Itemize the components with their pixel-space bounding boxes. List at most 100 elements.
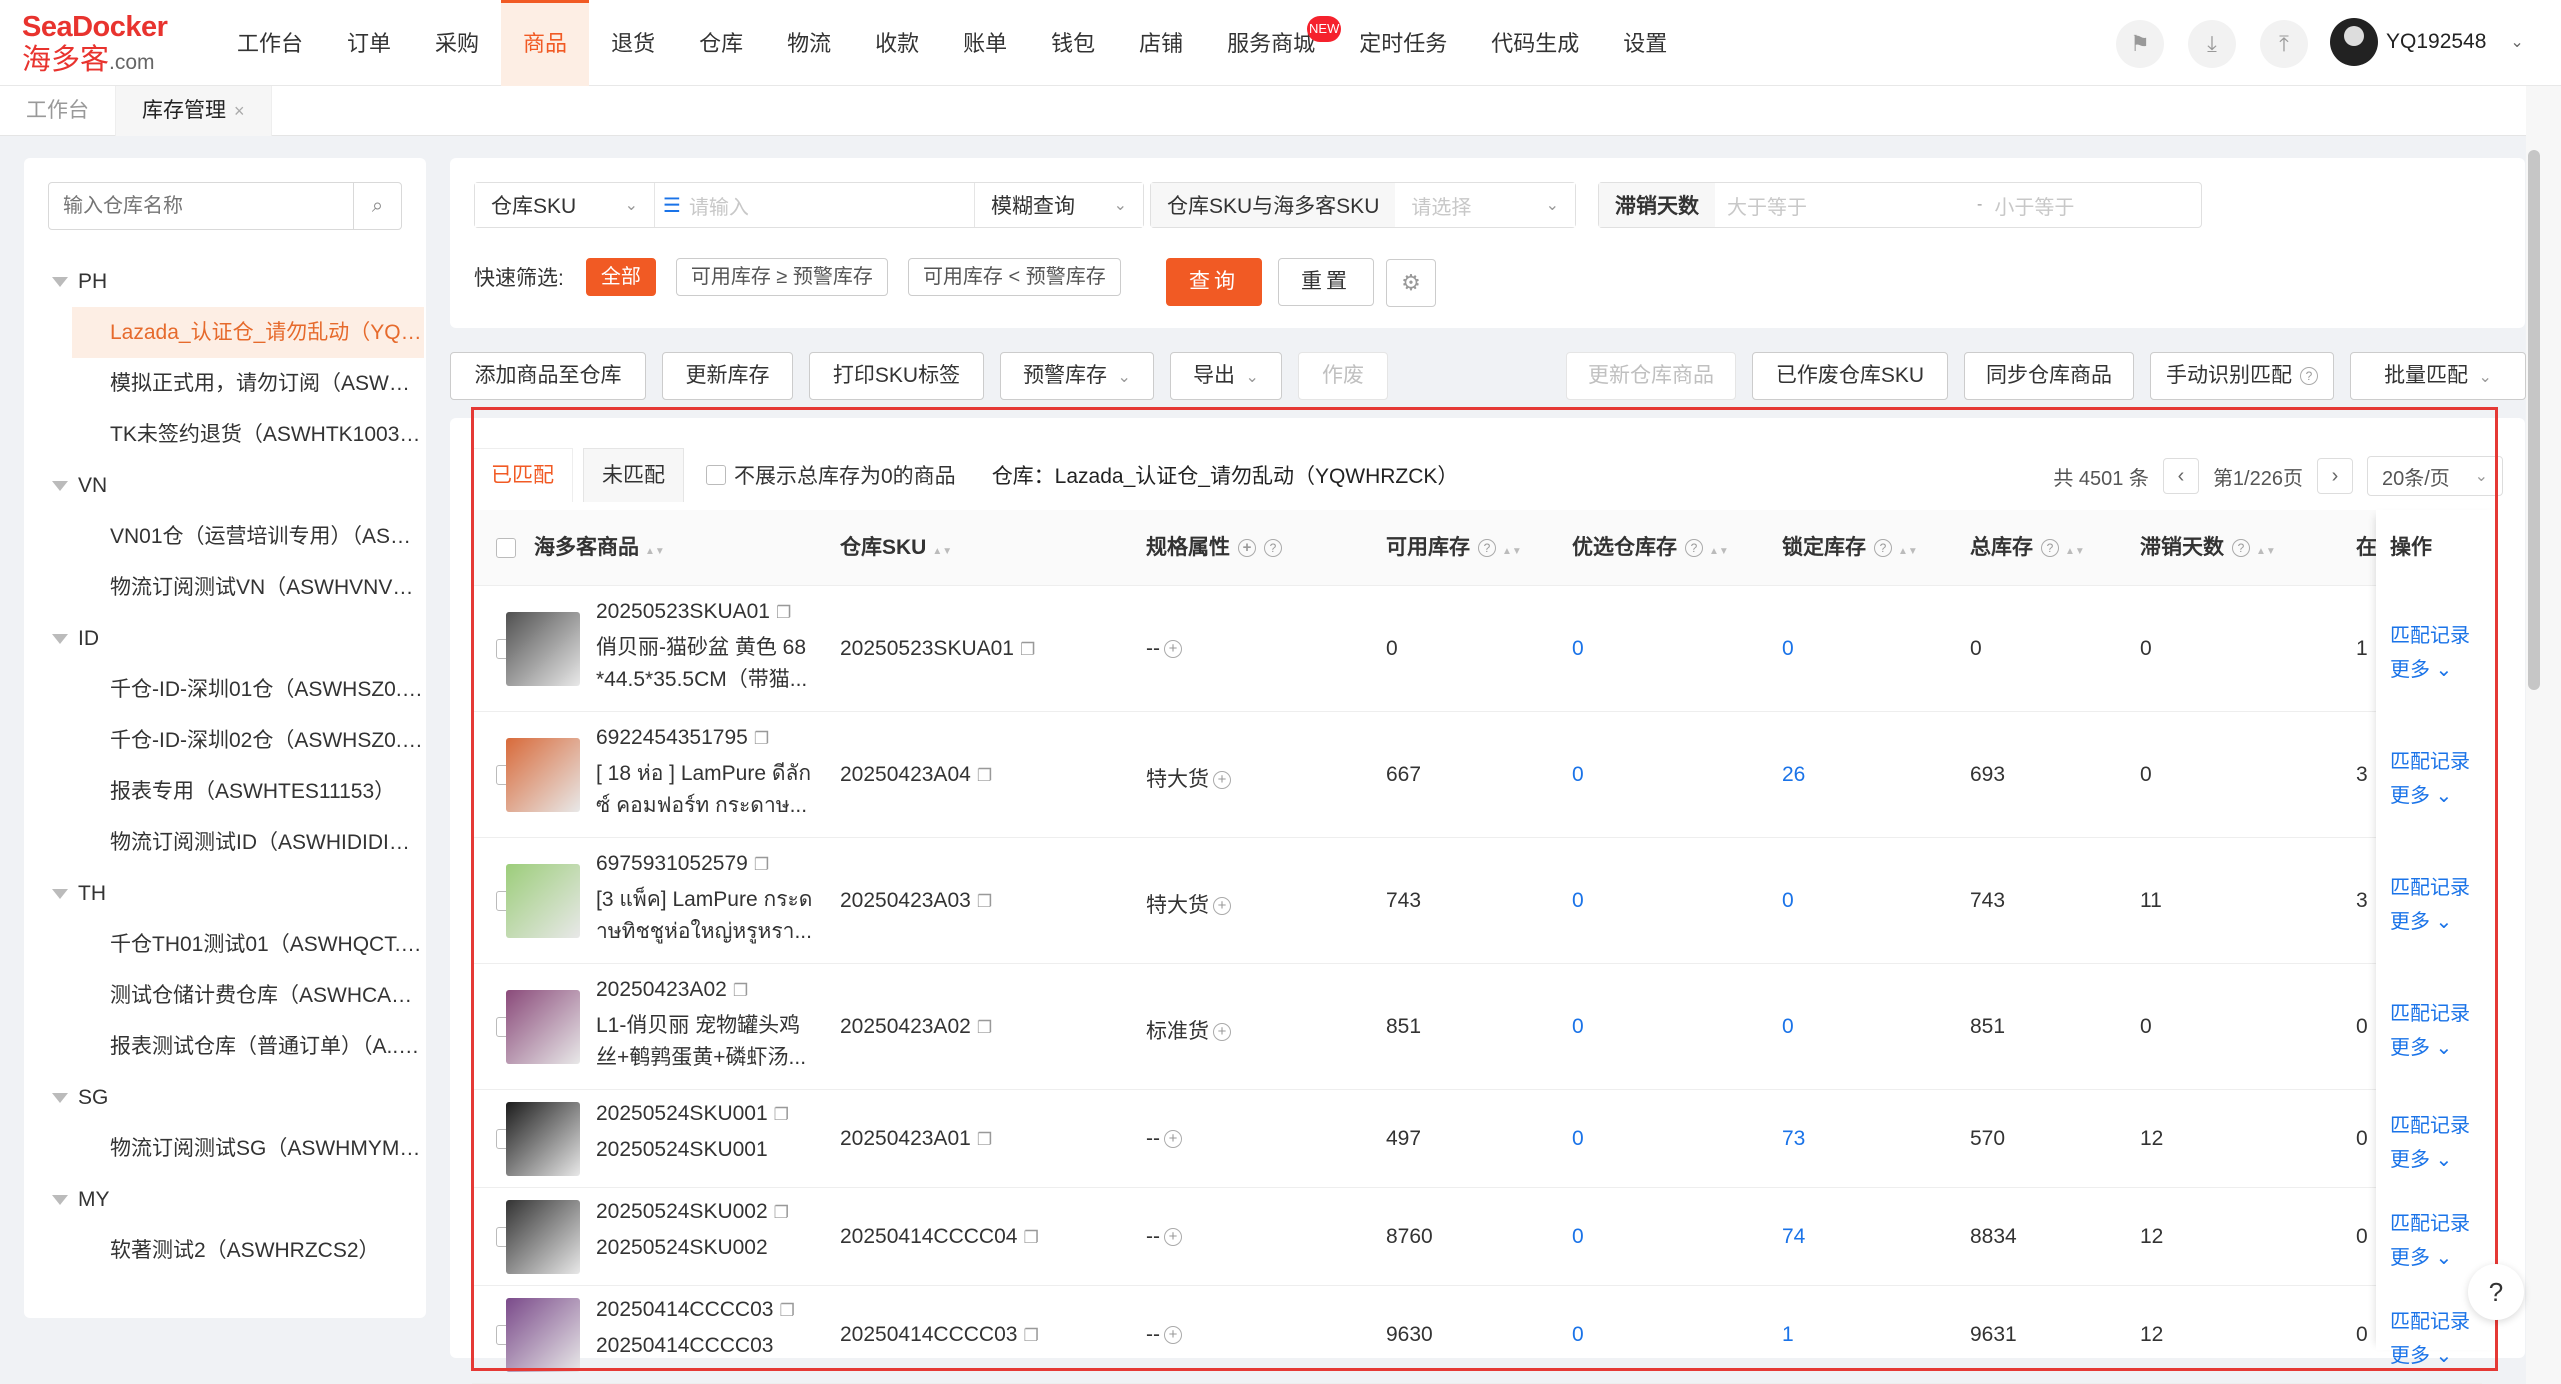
product-thumbnail[interactable] — [506, 864, 580, 938]
cell-lock[interactable]: 0 — [1782, 889, 1794, 913]
product-thumbnail[interactable] — [506, 1102, 580, 1176]
nav-item-6[interactable]: 物流 — [765, 0, 853, 86]
tree-item[interactable]: 物流订阅测试VN（ASWHVNVN...） — [48, 562, 424, 613]
nav-item-2[interactable]: 采购 — [413, 0, 501, 86]
tree-group-ph[interactable]: PH — [48, 256, 424, 307]
checkbox[interactable] — [706, 465, 726, 485]
match-record-link[interactable]: 匹配记录 — [2390, 1207, 2470, 1236]
toolbar-right-button-3[interactable]: 手动识别匹配? — [2150, 352, 2334, 400]
slow-min-input[interactable]: 大于等于 — [1727, 191, 1977, 220]
tree-item[interactable]: 千仓-ID-深圳02仓（ASWHSZ0...） — [48, 715, 424, 766]
nav-item-4[interactable]: 退货 — [589, 0, 677, 86]
select-all-checkbox[interactable] — [496, 538, 516, 558]
toolbar-button-1[interactable]: 更新库存 — [662, 352, 793, 400]
tab-matched[interactable]: 已匹配 — [472, 448, 573, 502]
sort-icon[interactable]: ▲▼ — [1502, 546, 1522, 557]
copy-icon[interactable]: ❐ — [754, 855, 769, 874]
tree-item[interactable]: 千仓TH01测试01（ASWHQCT...） — [48, 919, 424, 970]
quick-filter-above-warning[interactable]: 可用库存 ≥ 预警库存 — [675, 258, 888, 296]
column-header-0[interactable]: 海多客商品 ▲▼ — [534, 510, 665, 586]
column-header-6[interactable]: 总库存? ▲▼ — [1970, 510, 2085, 586]
copy-icon[interactable]: ❐ — [1020, 640, 1035, 659]
copy-icon[interactable]: ❐ — [1023, 1326, 1038, 1345]
match-record-link[interactable]: 匹配记录 — [2390, 745, 2470, 774]
next-page-icon[interactable]: › — [2317, 458, 2353, 494]
tree-item[interactable]: 物流订阅测试ID（ASWHIDIDID） — [48, 817, 424, 868]
tree-item[interactable]: 测试仓储计费仓库（ASWHCAS...） — [48, 970, 424, 1021]
nav-item-10[interactable]: 店铺 — [1117, 0, 1205, 86]
download-icon[interactable]: ⤓ — [2188, 20, 2236, 68]
tab-0[interactable]: 工作台 — [0, 86, 116, 136]
plus-circle-icon[interactable]: + — [1238, 539, 1256, 558]
cell-pref[interactable]: 0 — [1572, 1225, 1584, 1249]
tree-group-vn[interactable]: VN — [48, 460, 424, 511]
cell-pref[interactable]: 0 — [1572, 637, 1584, 661]
product-thumbnail[interactable] — [506, 612, 580, 686]
tree-item[interactable]: Lazada_认证仓_请勿乱动（YQWHRZCK） — [72, 307, 424, 358]
tree-item[interactable]: 报表测试仓库（普通订单）（A...） — [48, 1021, 424, 1072]
tree-group-sg[interactable]: SG — [48, 1072, 424, 1123]
sort-icon[interactable]: ▲▼ — [645, 546, 665, 557]
copy-icon[interactable]: ❐ — [776, 603, 791, 622]
tree-group-my[interactable]: MY — [48, 1174, 424, 1225]
toolbar-right-button-1[interactable]: 已作废仓库SKU — [1752, 352, 1948, 400]
copy-icon[interactable]: ❐ — [774, 1105, 789, 1124]
query-button[interactable]: 查询 — [1166, 258, 1262, 306]
nav-item-14[interactable]: 设置 — [1601, 0, 1689, 86]
reset-button[interactable]: 重置 — [1278, 258, 1374, 306]
tab-unmatched[interactable]: 未匹配 — [583, 448, 684, 502]
cell-pref[interactable]: 0 — [1572, 889, 1584, 913]
plus-circle-icon[interactable]: + — [1213, 897, 1231, 916]
tree-item[interactable]: 软著测试2（ASWHRZCS2） — [48, 1225, 424, 1276]
toolbar-button-2[interactable]: 打印SKU标签 — [809, 352, 984, 400]
tree-item[interactable]: TK未签约退货（ASWHTK1003...） — [48, 409, 424, 460]
quick-filter-below-warning[interactable]: 可用库存 < 预警库存 — [907, 258, 1121, 296]
more-dropdown[interactable]: 更多 ⌄ — [2390, 1339, 2452, 1368]
gear-icon[interactable]: ⚙ — [1386, 259, 1436, 307]
nav-item-0[interactable]: 工作台 — [215, 0, 325, 86]
cell-lock[interactable]: 1 — [1782, 1323, 1794, 1347]
copy-icon[interactable]: ❐ — [774, 1203, 789, 1222]
plus-circle-icon[interactable]: + — [1164, 1326, 1182, 1345]
tree-group-th[interactable]: TH — [48, 868, 424, 919]
search-icon[interactable]: ⌕ — [353, 183, 401, 229]
more-dropdown[interactable]: 更多 ⌄ — [2390, 1143, 2452, 1172]
page-size-select[interactable]: 20条/页 ⌄ — [2367, 456, 2503, 496]
nav-item-7[interactable]: 收款 — [853, 0, 941, 86]
tree-item[interactable]: 物流订阅测试SG（ASWHMYM...） — [48, 1123, 424, 1174]
tree-item[interactable]: 千仓-ID-深圳01仓（ASWHSZ0...） — [48, 664, 424, 715]
copy-icon[interactable]: ❐ — [779, 1301, 794, 1320]
close-icon[interactable]: × — [234, 101, 245, 121]
plus-circle-icon[interactable]: + — [1213, 1023, 1231, 1042]
product-thumbnail[interactable] — [506, 738, 580, 812]
cell-lock[interactable]: 0 — [1782, 1015, 1794, 1039]
plus-circle-icon[interactable]: + — [1164, 1130, 1182, 1149]
copy-icon[interactable]: ❐ — [1023, 1228, 1038, 1247]
help-button[interactable]: ? — [2468, 1264, 2524, 1320]
sku-input[interactable]: ☰ 请输入 — [655, 183, 975, 227]
nav-item-13[interactable]: 代码生成 — [1469, 0, 1601, 86]
tree-group-id[interactable]: ID — [48, 613, 424, 664]
sku-type-select[interactable]: 仓库SKU ⌄ — [475, 183, 655, 227]
cell-pref[interactable]: 0 — [1572, 763, 1584, 787]
product-thumbnail[interactable] — [506, 990, 580, 1064]
toolbar-right-button-0[interactable]: 更新仓库商品 — [1566, 352, 1736, 400]
column-header-5[interactable]: 锁定库存? ▲▼ — [1782, 510, 1918, 586]
tree-item[interactable]: 模拟正式用，请勿订阅（ASWHQ...） — [48, 358, 424, 409]
prev-page-icon[interactable]: ‹ — [2162, 458, 2199, 494]
copy-icon[interactable]: ❐ — [754, 729, 769, 748]
toolbar-button-0[interactable]: 添加商品至仓库 — [450, 352, 646, 400]
cell-lock[interactable]: 74 — [1782, 1225, 1805, 1249]
cell-lock[interactable]: 26 — [1782, 763, 1805, 787]
copy-icon[interactable]: ❐ — [977, 766, 992, 785]
slow-max-input[interactable]: 小于等于 — [1994, 191, 2074, 220]
column-header-8[interactable]: 在 — [2356, 510, 2377, 586]
copy-icon[interactable]: ❐ — [977, 1018, 992, 1037]
logo[interactable]: SeaDocker 海多客.com — [22, 10, 168, 79]
match-record-link[interactable]: 匹配记录 — [2390, 619, 2470, 648]
user-menu[interactable]: YQ192548 ⌄ — [2330, 18, 2524, 66]
nav-item-12[interactable]: 定时任务 — [1337, 0, 1469, 86]
cell-pref[interactable]: 0 — [1572, 1015, 1584, 1039]
column-header-4[interactable]: 优选仓库存? ▲▼ — [1572, 510, 1729, 586]
copy-icon[interactable]: ❐ — [977, 1130, 992, 1149]
